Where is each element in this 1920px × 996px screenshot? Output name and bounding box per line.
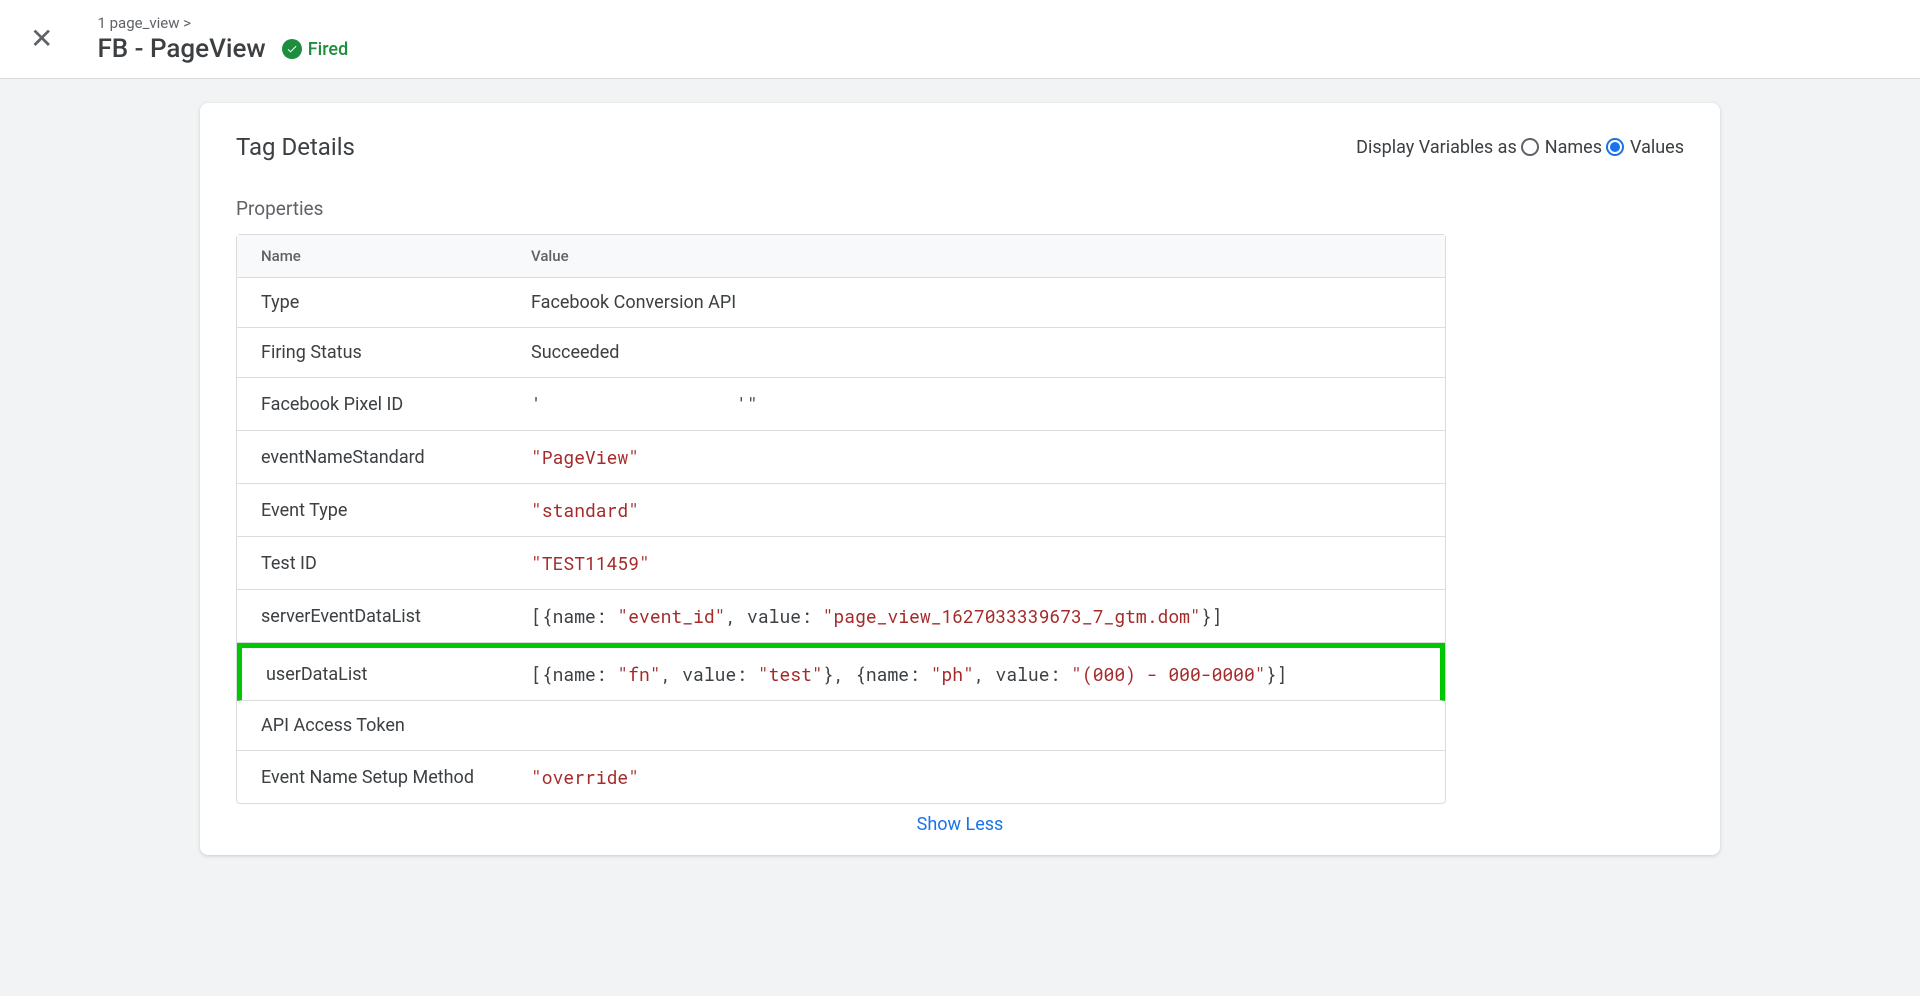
card-header: Tag Details Display Variables as Names V… [236, 133, 1684, 161]
content-area: Tag Details Display Variables as Names V… [0, 79, 1920, 855]
tag-details-card: Tag Details Display Variables as Names V… [200, 103, 1720, 855]
radio-values-group[interactable]: Values [1606, 137, 1684, 158]
table-row: Facebook Pixel ID ' '" [237, 378, 1445, 431]
table-row: Type Facebook Conversion API [237, 278, 1445, 328]
properties-label: Properties [236, 197, 1684, 220]
table-header-row: Name Value [237, 235, 1445, 278]
table-row: API Access Token [237, 701, 1445, 751]
prop-name: Event Name Setup Method [237, 751, 507, 803]
prop-value: Succeeded [507, 328, 1445, 378]
header-info: 1 page_view > FB - PageView Fired [77, 14, 348, 64]
prop-value: [{name: "event_id", value: "page_view_16… [507, 590, 1445, 643]
table-row: Firing Status Succeeded [237, 328, 1445, 378]
col-name: Name [237, 235, 507, 278]
prop-value: "TEST11459" [507, 537, 1445, 590]
prop-name: Test ID [237, 537, 507, 590]
modal-header: ✕ 1 page_view > FB - PageView Fired [0, 0, 1920, 79]
display-variables-toggle: Display Variables as Names Values [1356, 137, 1684, 158]
prop-value: "PageView" [507, 431, 1445, 484]
radio-names-label: Names [1545, 137, 1602, 158]
check-icon [282, 39, 302, 59]
prop-name: Facebook Pixel ID [237, 378, 507, 431]
table-row: Event Name Setup Method "override" [237, 751, 1445, 803]
prop-value: [{name: "fn", value: "test"}, {name: "ph… [507, 643, 1445, 701]
show-less-link[interactable]: Show Less [917, 814, 1004, 835]
show-less-container: Show Less [236, 804, 1684, 845]
table-row-highlighted: userDataList [{name: "fn", value: "test"… [237, 643, 1445, 701]
title-row: FB - PageView Fired [97, 34, 348, 64]
close-icon[interactable]: ✕ [30, 22, 53, 55]
prop-name: Firing Status [237, 328, 507, 378]
prop-value: "override" [507, 751, 1445, 803]
prop-value: Facebook Conversion API [507, 278, 1445, 328]
status-text: Fired [308, 39, 348, 60]
radio-names-group[interactable]: Names [1521, 137, 1602, 158]
page-title: FB - PageView [97, 34, 265, 64]
prop-value: "standard" [507, 484, 1445, 537]
prop-value: ' '" [507, 378, 1445, 431]
table-row: serverEventDataList [{name: "event_id", … [237, 590, 1445, 643]
prop-name: userDataList [237, 643, 507, 701]
card-title: Tag Details [236, 133, 355, 161]
prop-value [507, 701, 1445, 751]
prop-name: eventNameStandard [237, 431, 507, 484]
prop-name: API Access Token [237, 701, 507, 751]
prop-name: Event Type [237, 484, 507, 537]
radio-names[interactable] [1521, 138, 1539, 156]
properties-table: Name Value Type Facebook Conversion API … [236, 234, 1446, 804]
radio-values-label: Values [1630, 137, 1684, 158]
table-row: Event Type "standard" [237, 484, 1445, 537]
col-value: Value [507, 235, 1445, 278]
prop-name: serverEventDataList [237, 590, 507, 643]
breadcrumb[interactable]: 1 page_view > [97, 14, 348, 32]
display-label: Display Variables as [1356, 137, 1517, 158]
table-row: eventNameStandard "PageView" [237, 431, 1445, 484]
table-row: Test ID "TEST11459" [237, 537, 1445, 590]
status-badge: Fired [282, 39, 348, 60]
prop-name: Type [237, 278, 507, 328]
radio-values[interactable] [1606, 138, 1624, 156]
